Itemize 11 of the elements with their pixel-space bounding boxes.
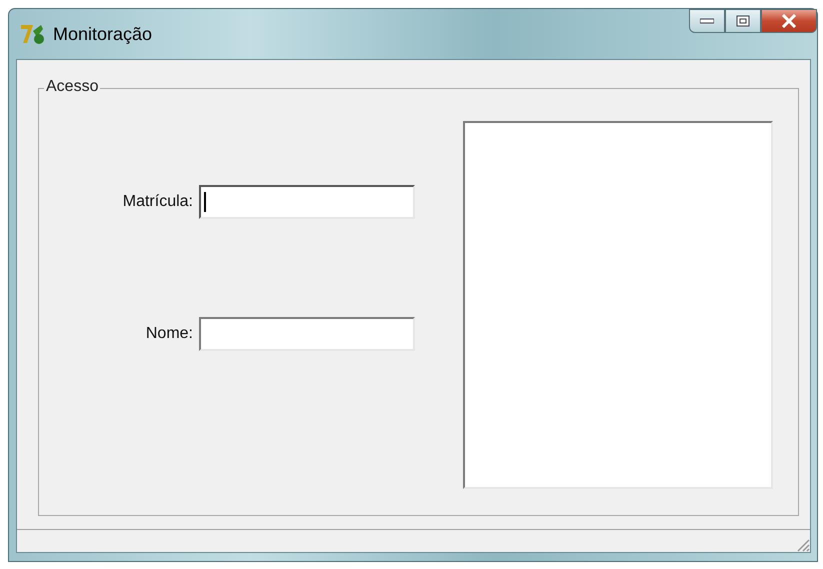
field-label: Matrícula: <box>122 193 193 211</box>
maximize-icon <box>736 15 750 27</box>
close-icon <box>781 14 797 28</box>
input-field[interactable] <box>199 317 415 351</box>
close-button[interactable] <box>761 9 817 33</box>
minimize-icon <box>700 18 714 24</box>
field-label: Nome: <box>146 325 193 343</box>
window-title: Monitoração <box>53 24 152 44</box>
input-field[interactable] <box>199 185 415 219</box>
maximize-button[interactable] <box>725 9 761 33</box>
minimize-button[interactable] <box>689 9 725 33</box>
